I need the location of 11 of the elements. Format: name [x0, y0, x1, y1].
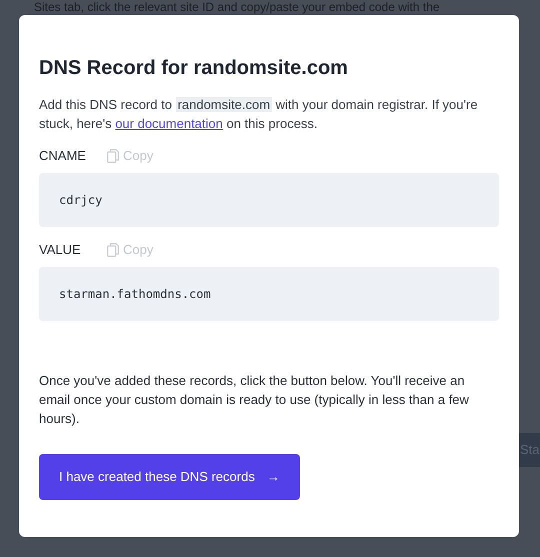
record-label: VALUE — [39, 241, 82, 260]
instructions-text: Once you've added these records, click the button below. You'll receive an email once your custom domain is ready to use (typically in less than a few hours). — [39, 372, 470, 428]
copy-icon — [107, 149, 119, 163]
record-value: cdrjcy — [39, 173, 499, 227]
confirm-button[interactable]: I have created these DNS records → — [39, 454, 300, 500]
documentation-link[interactable]: our documentation — [115, 116, 223, 131]
dialog-title: DNS Record for randomsite.com — [39, 56, 349, 81]
intro-text: Add this DNS record to randomsite.com with your domain registrar. If you're stuck, here's our documentation on this process. — [39, 96, 479, 133]
record-label: CNAME — [39, 147, 87, 166]
record-value: starman.fathomdns.com — [39, 267, 499, 321]
copy-icon — [107, 243, 119, 257]
